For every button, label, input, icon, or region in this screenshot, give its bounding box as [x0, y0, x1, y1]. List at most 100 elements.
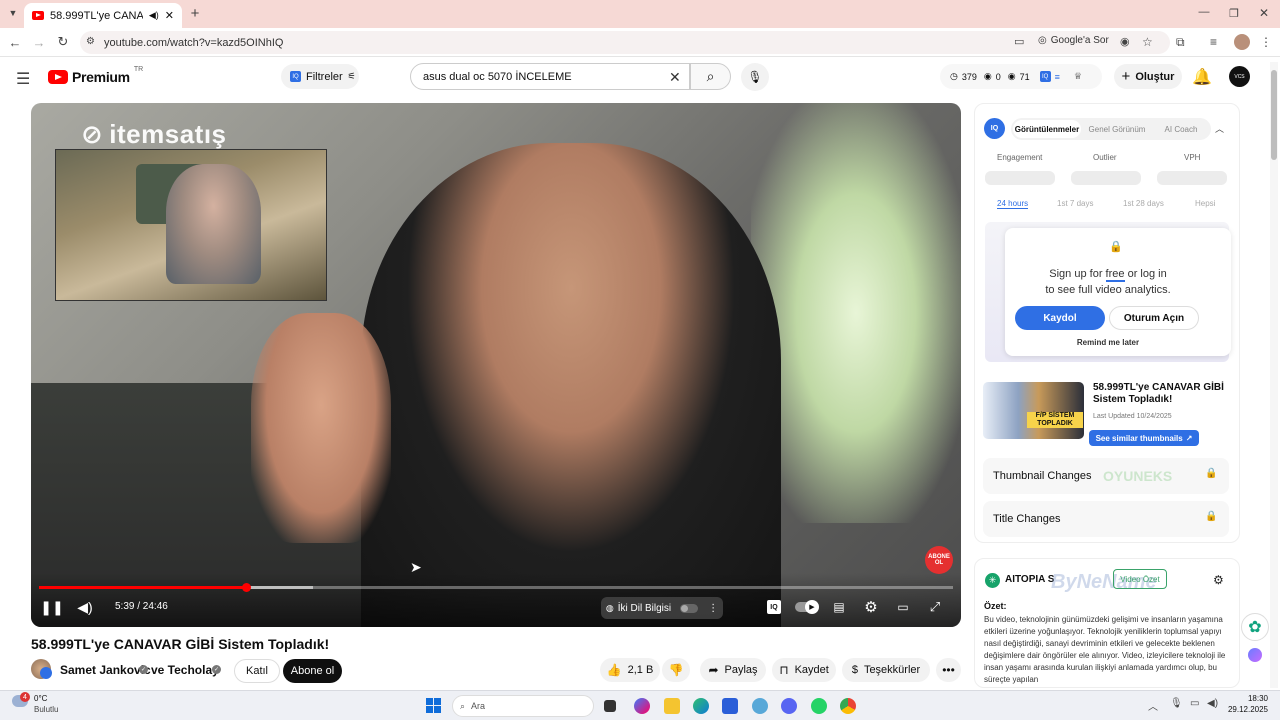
- store-icon[interactable]: [722, 698, 738, 714]
- share-button[interactable]: ➦ Paylaş: [700, 658, 766, 682]
- minimize-window-button[interactable]: —: [1196, 4, 1212, 20]
- chatgpt-float-icon[interactable]: ✿: [1241, 613, 1269, 641]
- back-icon[interactable]: ←: [8, 35, 22, 50]
- video-player[interactable]: ⊘ itemsatış ABONE OL ➤ ❚❚ ◀) 5:39 / 24:4…: [31, 103, 961, 627]
- google-lens-button[interactable]: ◎ Google'a Sor: [1038, 35, 1109, 46]
- volume-tray-icon[interactable]: ◀): [1207, 698, 1218, 709]
- range-28d[interactable]: 1st 28 days: [1123, 199, 1164, 208]
- tray-chevron-icon[interactable]: ︿: [1148, 698, 1158, 713]
- address-bar[interactable]: ⚙ youtube.com/watch?v=kazd5OINhIQ ▭ ◎ Go…: [80, 31, 1170, 54]
- create-button[interactable]: + Oluştur: [1114, 64, 1182, 89]
- vidiq-stats-bar[interactable]: ◷ 379 ◉ 0 ◉ 71 IQ ≡ ♕: [940, 64, 1102, 89]
- range-all[interactable]: Hepsi: [1195, 199, 1215, 208]
- tab-ai-coach[interactable]: AI Coach: [1153, 120, 1209, 138]
- tab-overview[interactable]: Genel Görünüm: [1083, 120, 1151, 138]
- reload-icon[interactable]: ↻: [56, 34, 70, 49]
- search-input[interactable]: asus dual oc 5070 İNCELEME: [423, 71, 572, 83]
- thumbnail-changes-row[interactable]: Thumbnail Changes OYUNEKS 🔒: [983, 458, 1229, 494]
- scrollbar-thumb[interactable]: [1271, 70, 1277, 160]
- chrome-icon[interactable]: [840, 698, 856, 714]
- login-button[interactable]: Oturum Açın: [1109, 306, 1199, 330]
- copilot-icon[interactable]: [634, 698, 650, 714]
- account-avatar[interactable]: VCS: [1229, 66, 1250, 87]
- audio-toggle[interactable]: [680, 603, 699, 613]
- subtitles-icon[interactable]: ▤: [831, 600, 847, 614]
- similar-thumbnails-button[interactable]: See similar thumbnails ↗: [1089, 430, 1199, 446]
- site-info-icon[interactable]: ⚙: [86, 36, 95, 47]
- discord-icon[interactable]: [781, 698, 797, 714]
- extensions-icon[interactable]: ⧉: [1176, 35, 1185, 50]
- vidiq-player-icon[interactable]: IQ: [767, 600, 781, 614]
- volume-icon[interactable]: ◀): [77, 599, 93, 615]
- title-changes-row[interactable]: Title Changes 🔒: [983, 501, 1229, 537]
- notifications-bell-icon[interactable]: 🔔: [1192, 67, 1212, 87]
- browser-menu-icon[interactable]: ⋮: [1260, 35, 1272, 49]
- thanks-button[interactable]: $ Teşekkürler: [842, 658, 930, 682]
- youtube-premium-logo[interactable]: Premium TR: [48, 66, 143, 85]
- audio-track-label: İki Dil Bilgisi: [617, 602, 672, 614]
- miniplayer-icon[interactable]: ▭: [895, 600, 911, 614]
- range-7d[interactable]: 1st 7 days: [1057, 199, 1093, 208]
- eye-off-icon[interactable]: ◉: [1120, 35, 1130, 48]
- network-icon[interactable]: ▭: [1190, 698, 1199, 709]
- progress-bar[interactable]: [39, 583, 953, 592]
- reading-list-icon[interactable]: ≡: [1210, 35, 1217, 49]
- clear-search-icon[interactable]: ✕: [669, 69, 681, 86]
- file-explorer-icon[interactable]: [664, 698, 680, 714]
- dislike-button[interactable]: 👎: [662, 658, 690, 682]
- settings-gear-icon[interactable]: ⚙: [863, 599, 879, 616]
- vpn-app-icon[interactable]: [752, 698, 768, 714]
- settings-gear-icon[interactable]: ⚙: [1213, 573, 1224, 587]
- clock-time[interactable]: 18:30: [1232, 694, 1268, 703]
- save-button[interactable]: ⊓ Kaydet: [772, 658, 836, 682]
- taskbar-search[interactable]: ⌕ Ara: [452, 695, 594, 717]
- like-button[interactable]: 👍 2,1 B: [600, 658, 660, 682]
- subscribe-button[interactable]: Abone ol: [283, 659, 342, 683]
- collapse-chevron-icon[interactable]: ︿: [1215, 122, 1224, 135]
- bookmark-star-icon[interactable]: ☆: [1142, 35, 1153, 49]
- more-vert-icon[interactable]: ⋮: [708, 603, 718, 614]
- autoplay-toggle[interactable]: ▶: [795, 600, 819, 614]
- range-24h[interactable]: 24 hours: [997, 199, 1029, 209]
- fullscreen-icon[interactable]: ⤢: [927, 599, 943, 615]
- tab-views[interactable]: Görüntülenmeler: [1013, 120, 1081, 138]
- close-window-button[interactable]: ✕: [1256, 5, 1272, 21]
- video-thumbnail[interactable]: F/P SİSTEM TOPLADIK: [983, 382, 1084, 439]
- whatsapp-icon[interactable]: [811, 698, 827, 714]
- video-summary-button[interactable]: Video Özet: [1113, 569, 1167, 589]
- voice-search-button[interactable]: 🎙: [741, 63, 769, 91]
- search-box[interactable]: asus dual oc 5070 İNCELEME ✕: [410, 63, 690, 90]
- signup-free-link[interactable]: free: [1105, 268, 1125, 282]
- microphone-tray-icon[interactable]: 🎙: [1170, 698, 1183, 709]
- register-button[interactable]: Kaydol: [1015, 306, 1105, 330]
- tab-list-dropdown-icon[interactable]: ▼: [6, 6, 20, 20]
- join-button[interactable]: Katıl: [234, 659, 280, 683]
- audio-track-chip[interactable]: ◍ İki Dil Bilgisi ⋮: [601, 597, 723, 619]
- more-actions-button[interactable]: •••: [936, 658, 961, 682]
- search-button[interactable]: ⌕: [690, 63, 731, 90]
- remind-later-link[interactable]: Remind me later: [1005, 338, 1211, 347]
- windows-start-icon[interactable]: [426, 698, 441, 713]
- page-scrollbar[interactable]: [1270, 62, 1278, 688]
- hamburger-menu-icon[interactable]: ☰: [16, 69, 30, 89]
- filters-button[interactable]: IQ Filtreler ⚟: [281, 64, 359, 89]
- edge-icon[interactable]: [693, 698, 709, 714]
- profile-avatar[interactable]: [1234, 34, 1250, 50]
- scrubber-handle[interactable]: [242, 583, 252, 592]
- itemsatis-logo-icon: ⊘: [81, 119, 104, 149]
- channel-collab[interactable]: ve Techolay: [151, 663, 219, 677]
- tab-close-icon[interactable]: ✕: [165, 9, 174, 22]
- cast-icon[interactable]: ▭: [1014, 35, 1024, 48]
- clock-date[interactable]: 29.12.2025: [1225, 705, 1268, 714]
- restore-window-button[interactable]: ❐: [1226, 5, 1242, 21]
- forward-icon[interactable]: →: [32, 35, 46, 50]
- new-tab-button[interactable]: +: [188, 5, 202, 22]
- verified-icon: ✓: [139, 665, 148, 674]
- thumbnail-overlay-text: F/P SİSTEM TOPLADIK: [1027, 412, 1083, 428]
- channel-avatar-secondary[interactable]: [40, 667, 52, 679]
- channel-name[interactable]: Samet Jankovic: [60, 663, 151, 677]
- pause-icon[interactable]: ❚❚: [40, 599, 63, 615]
- task-view-icon[interactable]: [604, 700, 616, 712]
- browser-tab[interactable]: 58.999TL'ye CANAVAR GİBİ ◀) ✕: [24, 3, 182, 28]
- gemini-float-icon[interactable]: [1248, 648, 1262, 662]
